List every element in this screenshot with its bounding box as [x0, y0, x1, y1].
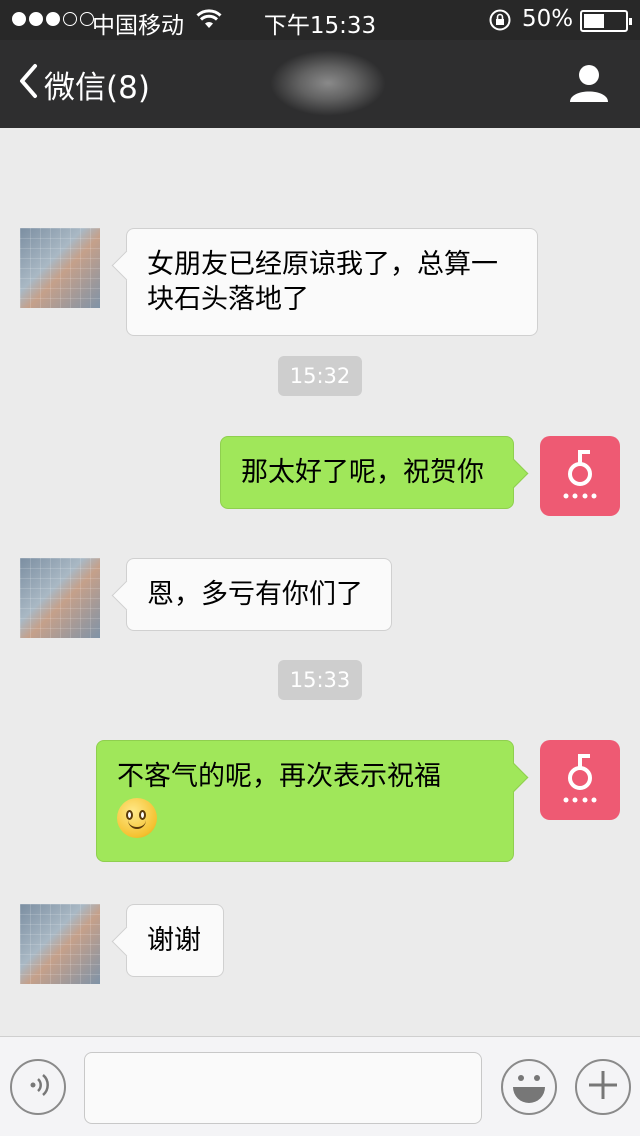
chat-area[interactable]: 女朋友已经原谅我了，总算一块石头落地了 15:32 那太好了呢，祝贺你 恩，多亏… [0, 128, 640, 1036]
voice-button[interactable] [10, 1059, 66, 1115]
message-bubble-outgoing[interactable]: 那太好了呢，祝贺你 [220, 436, 514, 509]
person-icon [568, 65, 610, 108]
input-bar [0, 1036, 640, 1136]
message-bubble-incoming[interactable]: 谢谢 [126, 904, 224, 977]
back-button[interactable]: 微信(8) [18, 62, 150, 107]
emoji-button[interactable] [501, 1059, 557, 1115]
message-text: 谢谢 [147, 925, 201, 956]
friend-avatar[interactable] [20, 228, 100, 308]
chat-timestamp: 15:32 [278, 356, 362, 396]
message-text: 不客气的呢，再次表示祝福 [117, 761, 441, 792]
message-bubble-outgoing[interactable]: 不客气的呢，再次表示祝福 [96, 740, 514, 862]
more-button[interactable] [575, 1059, 631, 1115]
friend-avatar[interactable] [20, 904, 100, 984]
message-text: 女朋友已经原谅我了，总算一块石头落地了 [147, 249, 498, 315]
profile-button[interactable] [568, 62, 610, 108]
message-bubble-incoming[interactable]: 女朋友已经原谅我了，总算一块石头落地了 [126, 228, 538, 336]
message-text: 恩，多亏有你们了 [147, 579, 363, 610]
nav-bar: 微信(8) [0, 40, 640, 128]
emoji-face-icon [501, 1057, 557, 1117]
plus-icon [587, 1069, 619, 1105]
user-logo-icon [563, 754, 597, 803]
rotation-lock-icon [488, 8, 512, 38]
chat-title-blurred [270, 50, 386, 116]
back-label: 微信(8) [44, 70, 150, 106]
my-avatar[interactable] [540, 436, 620, 516]
status-bar: 中国移动 下午15:33 50% [0, 0, 640, 40]
battery-icon [580, 10, 632, 32]
battery-percent: 50% [522, 6, 574, 32]
message-text: 那太好了呢，祝贺你 [241, 457, 484, 488]
message-bubble-incoming[interactable]: 恩，多亏有你们了 [126, 558, 392, 631]
chat-timestamp: 15:33 [278, 660, 362, 700]
chevron-left-icon [18, 63, 38, 107]
message-input[interactable] [84, 1052, 482, 1124]
friend-avatar[interactable] [20, 558, 100, 638]
my-avatar[interactable] [540, 740, 620, 820]
user-logo-icon [563, 450, 597, 499]
voice-icon [23, 1070, 53, 1104]
smiley-emoji [117, 798, 157, 838]
